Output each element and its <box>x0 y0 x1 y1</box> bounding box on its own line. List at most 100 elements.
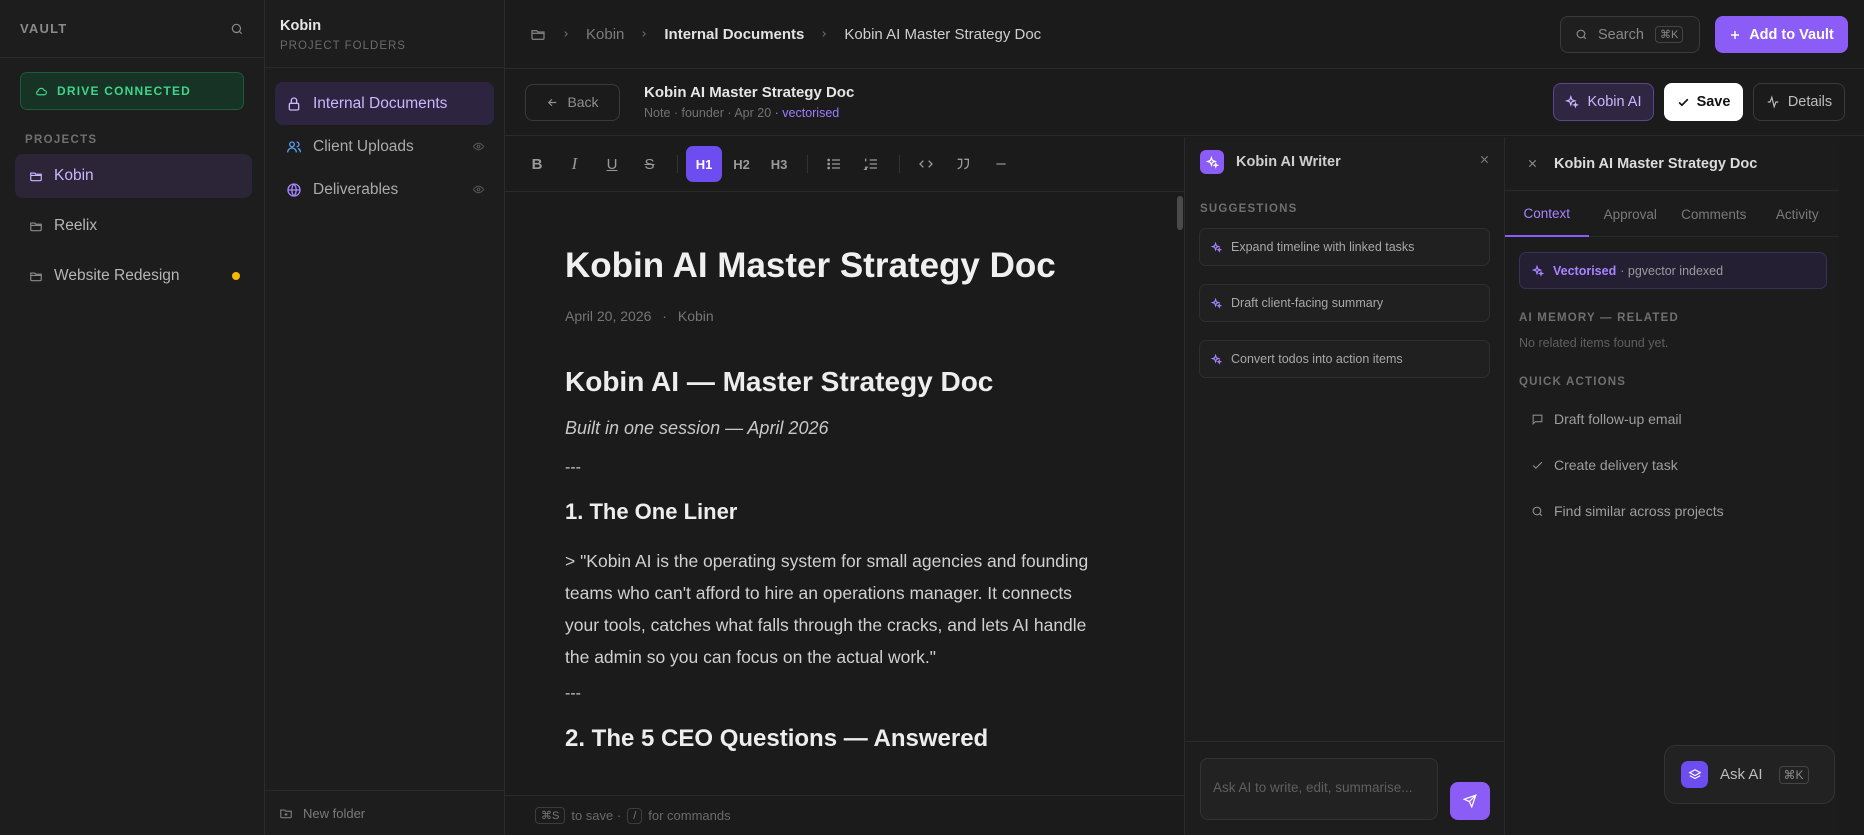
details-label: Details <box>1787 94 1833 110</box>
suggestion-item[interactable]: Expand timeline with linked tasks <box>1199 228 1490 266</box>
document-title[interactable]: Kobin AI Master Strategy Doc <box>565 246 1124 286</box>
folders-panel: Kobin PROJECT FOLDERS Internal Documents… <box>265 0 505 835</box>
drive-status-badge[interactable]: DRIVE CONNECTED <box>20 72 244 110</box>
command-shortcut: / <box>627 807 643 824</box>
italic-button[interactable]: I <box>557 146 593 182</box>
folder-plus-icon <box>279 806 303 820</box>
horizontal-rule-button[interactable] <box>983 146 1019 182</box>
eye-icon[interactable] <box>473 141 484 152</box>
divider <box>1185 741 1504 742</box>
quote-button[interactable] <box>945 146 981 182</box>
close-icon[interactable] <box>1479 154 1490 165</box>
project-item-kobin[interactable]: Kobin <box>15 154 252 198</box>
bullet-list-button[interactable] <box>816 146 852 182</box>
document-meta: Kobin AI Master Strategy Doc Note · foun… <box>644 84 854 120</box>
new-folder-button[interactable]: New folder <box>265 790 504 835</box>
save-button[interactable]: Save <box>1664 83 1743 121</box>
vectorised-status: Vectorised · pgvector indexed <box>1519 252 1827 289</box>
ask-ai-label: Ask AI <box>1720 766 1763 783</box>
eye-icon[interactable] <box>473 184 484 195</box>
chevron-right-icon <box>639 29 649 39</box>
search-label: Search <box>1598 26 1644 43</box>
suggestion-item[interactable]: Draft client-facing summary <box>1199 284 1490 322</box>
bullet-list-icon <box>826 156 842 172</box>
numbered-list-button[interactable] <box>853 146 889 182</box>
subtitle-italic[interactable]: Built in one session — April 2026 <box>565 418 1124 439</box>
heading-one-liner[interactable]: 1. The One Liner <box>565 499 1124 525</box>
details-button[interactable]: Details <box>1753 83 1845 121</box>
ask-ai-button[interactable]: Ask AI ⌘K <box>1664 745 1835 804</box>
breadcrumb-project[interactable]: Kobin <box>586 26 624 43</box>
ai-prompt-input[interactable]: Ask AI to write, edit, summarise... <box>1200 758 1438 820</box>
heading-3-button[interactable]: H3 <box>761 146 797 182</box>
globe-icon <box>286 182 313 198</box>
quick-action-find-similar[interactable]: Find similar across projects <box>1519 492 1839 530</box>
quick-action-draft-email[interactable]: Draft follow-up email <box>1519 400 1839 438</box>
heading-main[interactable]: Kobin AI — Master Strategy Doc <box>565 366 1124 398</box>
drive-status-label: DRIVE CONNECTED <box>57 84 192 98</box>
close-icon[interactable] <box>1527 158 1538 169</box>
bold-button[interactable]: B <box>519 146 555 182</box>
memory-empty-text: No related items found yet. <box>1519 336 1669 350</box>
sparkle-icon <box>1211 297 1231 309</box>
breadcrumb-folder[interactable]: Internal Documents <box>664 26 804 43</box>
sparkle-icon <box>1211 241 1231 253</box>
topbar: Kobin Internal Documents Kobin AI Master… <box>505 0 1864 69</box>
folder-name: Internal Documents <box>313 94 448 112</box>
document-bar-title: Kobin AI Master Strategy Doc <box>644 84 855 101</box>
kobin-ai-button[interactable]: Kobin AI <box>1553 83 1654 121</box>
details-panel: Kobin AI Master Strategy Doc Context App… <box>1505 137 1839 835</box>
chevron-right-icon <box>561 29 571 39</box>
folder-item-client-uploads[interactable]: Client Uploads <box>275 125 494 168</box>
folder-icon[interactable] <box>530 26 546 42</box>
folders-header: Kobin PROJECT FOLDERS <box>265 0 504 68</box>
new-folder-label: New folder <box>303 805 366 821</box>
document-date: April 20, 2026 <box>565 308 652 324</box>
project-item-reelix[interactable]: Reelix <box>15 204 252 248</box>
search-icon[interactable] <box>230 22 244 36</box>
folder-open-icon <box>29 219 54 233</box>
sparkle-icon <box>1565 95 1587 109</box>
breadcrumb: Kobin Internal Documents Kobin AI Master… <box>530 26 1041 43</box>
heading-1-button[interactable]: H1 <box>686 146 722 182</box>
scrollbar-thumb[interactable] <box>1177 196 1183 230</box>
document-content[interactable]: Kobin AI Master Strategy Doc April 20, 2… <box>505 192 1184 795</box>
tab-context[interactable]: Context <box>1505 191 1589 237</box>
app-window: VAULT DRIVE CONNECTED PROJECTS Kobin Ree… <box>0 0 1864 835</box>
heading-2-button[interactable]: H2 <box>724 146 760 182</box>
sparkle-icon <box>1211 353 1231 365</box>
check-icon <box>1677 96 1697 109</box>
suggestion-item[interactable]: Convert todos into action items <box>1199 340 1490 378</box>
heading-ceo-questions[interactable]: 2. The 5 CEO Questions — Answered <box>565 725 1124 753</box>
project-item-website-redesign[interactable]: Website Redesign <box>15 254 252 298</box>
document-meta-text: Note · founder · Apr 20 <box>644 106 772 120</box>
breadcrumb-current: Kobin AI Master Strategy Doc <box>844 25 1042 43</box>
horizontal-rule-text[interactable]: --- <box>565 459 1124 477</box>
tab-approval[interactable]: Approval <box>1589 191 1673 237</box>
horizontal-rule-text[interactable]: --- <box>565 685 1124 703</box>
strikethrough-button[interactable]: S <box>632 146 668 182</box>
search-button[interactable]: Search ⌘K <box>1560 16 1700 53</box>
code-icon <box>918 156 934 172</box>
add-to-vault-label: Add to Vault <box>1749 26 1834 43</box>
folder-item-deliverables[interactable]: Deliverables <box>275 168 494 211</box>
memory-section-label: AI MEMORY — RELATED <box>1519 312 1679 324</box>
suggestions-label: SUGGESTIONS <box>1200 203 1298 215</box>
tab-activity[interactable]: Activity <box>1756 191 1840 237</box>
command-hint: for commands <box>648 808 731 823</box>
folder-item-internal-documents[interactable]: Internal Documents <box>275 82 494 125</box>
quote-icon <box>955 156 971 172</box>
vectorised-meta: · pgvector indexed <box>1620 263 1724 278</box>
underline-button[interactable]: U <box>594 146 630 182</box>
send-button[interactable] <box>1450 782 1490 820</box>
quick-action-label: Create delivery task <box>1554 457 1678 473</box>
add-to-vault-button[interactable]: Add to Vault <box>1715 16 1848 53</box>
back-button[interactable]: Back <box>525 83 620 121</box>
vectorised-label: · vectorised <box>771 106 840 120</box>
code-button[interactable] <box>908 146 944 182</box>
folders-title: Kobin <box>280 18 322 34</box>
quick-action-create-task[interactable]: Create delivery task <box>1519 446 1839 484</box>
send-icon <box>1463 794 1477 808</box>
tab-comments[interactable]: Comments <box>1672 191 1756 237</box>
quote-paragraph[interactable]: > "Kobin AI is the operating system for … <box>565 545 1105 673</box>
